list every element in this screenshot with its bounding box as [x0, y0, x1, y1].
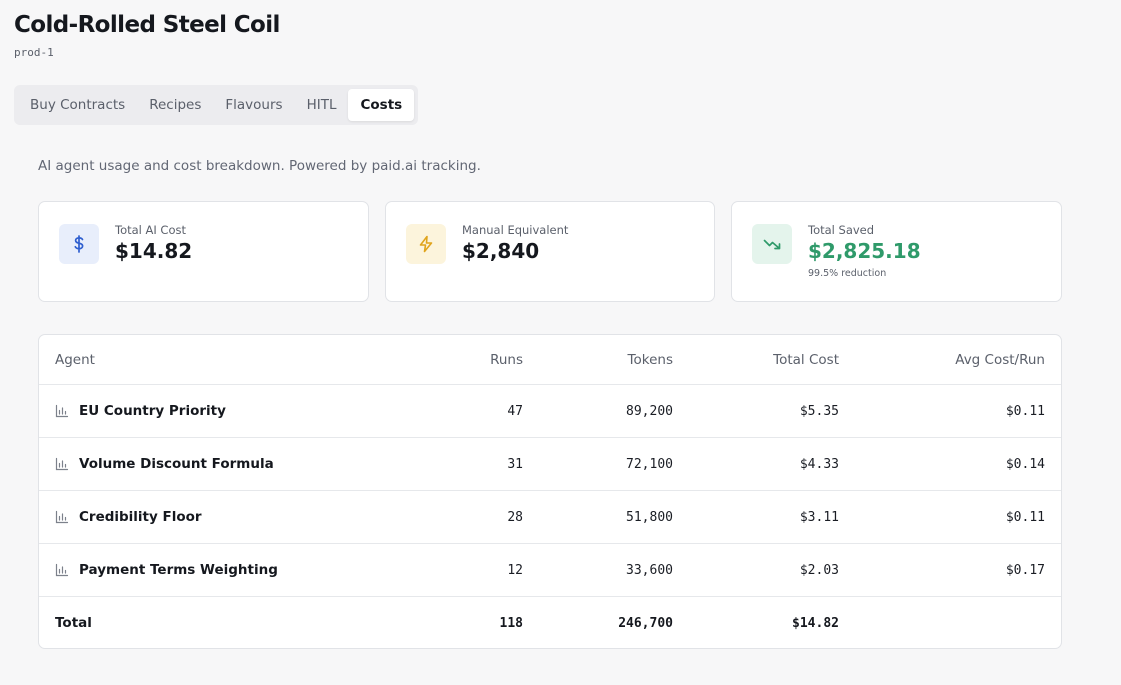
- total-ai-cost-card: Total AI Cost $14.82: [38, 201, 369, 302]
- header-runs: Runs: [490, 351, 523, 368]
- card-label: Total Saved: [808, 223, 875, 237]
- bar-chart-icon: [55, 404, 69, 418]
- tokens-cell: 51,800: [626, 509, 673, 525]
- card-value: $2,840: [462, 239, 540, 263]
- header-tokens: Tokens: [627, 351, 673, 368]
- card-label: Total AI Cost: [115, 223, 186, 237]
- total-cost-cell: $2.03: [799, 562, 839, 578]
- header-avg-cost: Avg Cost/Run: [955, 351, 1045, 368]
- bar-chart-icon: [55, 457, 69, 471]
- agent-name: Payment Terms Weighting: [79, 562, 278, 578]
- total-tokens: 246,700: [618, 615, 673, 631]
- trending-down-icon: [752, 224, 792, 264]
- agent-name: EU Country Priority: [79, 403, 226, 419]
- table-header-row: Agent Runs Tokens Total Cost Avg Cost/Ru…: [39, 335, 1061, 384]
- total-cost-cell: $3.11: [799, 509, 839, 525]
- card-note: 99.5% reduction: [808, 268, 887, 279]
- page-title: Cold-Rolled Steel Coil: [14, 12, 280, 38]
- runs-cell: 31: [507, 456, 523, 472]
- bar-chart-icon: [55, 563, 69, 577]
- bar-chart-icon: [55, 510, 69, 524]
- table-row[interactable]: Credibility Floor 28 51,800 $3.11 $0.11: [39, 490, 1061, 543]
- tab-costs[interactable]: Costs: [348, 89, 415, 121]
- tab-buy-contracts[interactable]: Buy Contracts: [18, 89, 137, 121]
- total-label: Total: [55, 615, 92, 631]
- tokens-cell: 72,100: [626, 456, 673, 472]
- total-saved-card: Total Saved $2,825.18 99.5% reduction: [731, 201, 1062, 302]
- table-total-row: Total 118 246,700 $14.82: [39, 596, 1061, 648]
- table-row[interactable]: EU Country Priority 47 89,200 $5.35 $0.1…: [39, 384, 1061, 437]
- table-row[interactable]: Payment Terms Weighting 12 33,600 $2.03 …: [39, 543, 1061, 596]
- tab-flavours[interactable]: Flavours: [213, 89, 294, 121]
- header-total-cost: Total Cost: [773, 351, 839, 368]
- avg-cost-cell: $0.11: [1005, 403, 1045, 419]
- manual-equivalent-card: Manual Equivalent $2,840: [385, 201, 715, 302]
- card-value: $14.82: [115, 239, 193, 263]
- runs-cell: 47: [507, 403, 523, 419]
- dollar-icon: [59, 224, 99, 264]
- card-label: Manual Equivalent: [462, 223, 569, 237]
- total-runs: 118: [499, 615, 523, 631]
- product-id: prod-1: [14, 46, 54, 59]
- lightning-icon: [406, 224, 446, 264]
- tab-bar: Buy Contracts Recipes Flavours HITL Cost…: [14, 85, 419, 125]
- agent-name: Volume Discount Formula: [79, 456, 274, 472]
- tokens-cell: 89,200: [626, 403, 673, 419]
- runs-cell: 12: [507, 562, 523, 578]
- agent-cost-table: Agent Runs Tokens Total Cost Avg Cost/Ru…: [38, 334, 1062, 649]
- avg-cost-cell: $0.17: [1005, 562, 1045, 578]
- header-agent: Agent: [55, 351, 95, 368]
- total-cost-sum: $14.82: [792, 615, 839, 631]
- page-description: AI agent usage and cost breakdown. Power…: [38, 158, 481, 174]
- avg-cost-cell: $0.14: [1005, 456, 1045, 472]
- tab-hitl[interactable]: HITL: [295, 89, 349, 121]
- avg-cost-cell: $0.11: [1005, 509, 1045, 525]
- total-cost-cell: $5.35: [799, 403, 839, 419]
- card-value: $2,825.18: [808, 239, 921, 263]
- agent-name: Credibility Floor: [79, 509, 202, 525]
- tab-recipes[interactable]: Recipes: [137, 89, 213, 121]
- tokens-cell: 33,600: [626, 562, 673, 578]
- runs-cell: 28: [507, 509, 523, 525]
- table-row[interactable]: Volume Discount Formula 31 72,100 $4.33 …: [39, 437, 1061, 490]
- total-cost-cell: $4.33: [799, 456, 839, 472]
